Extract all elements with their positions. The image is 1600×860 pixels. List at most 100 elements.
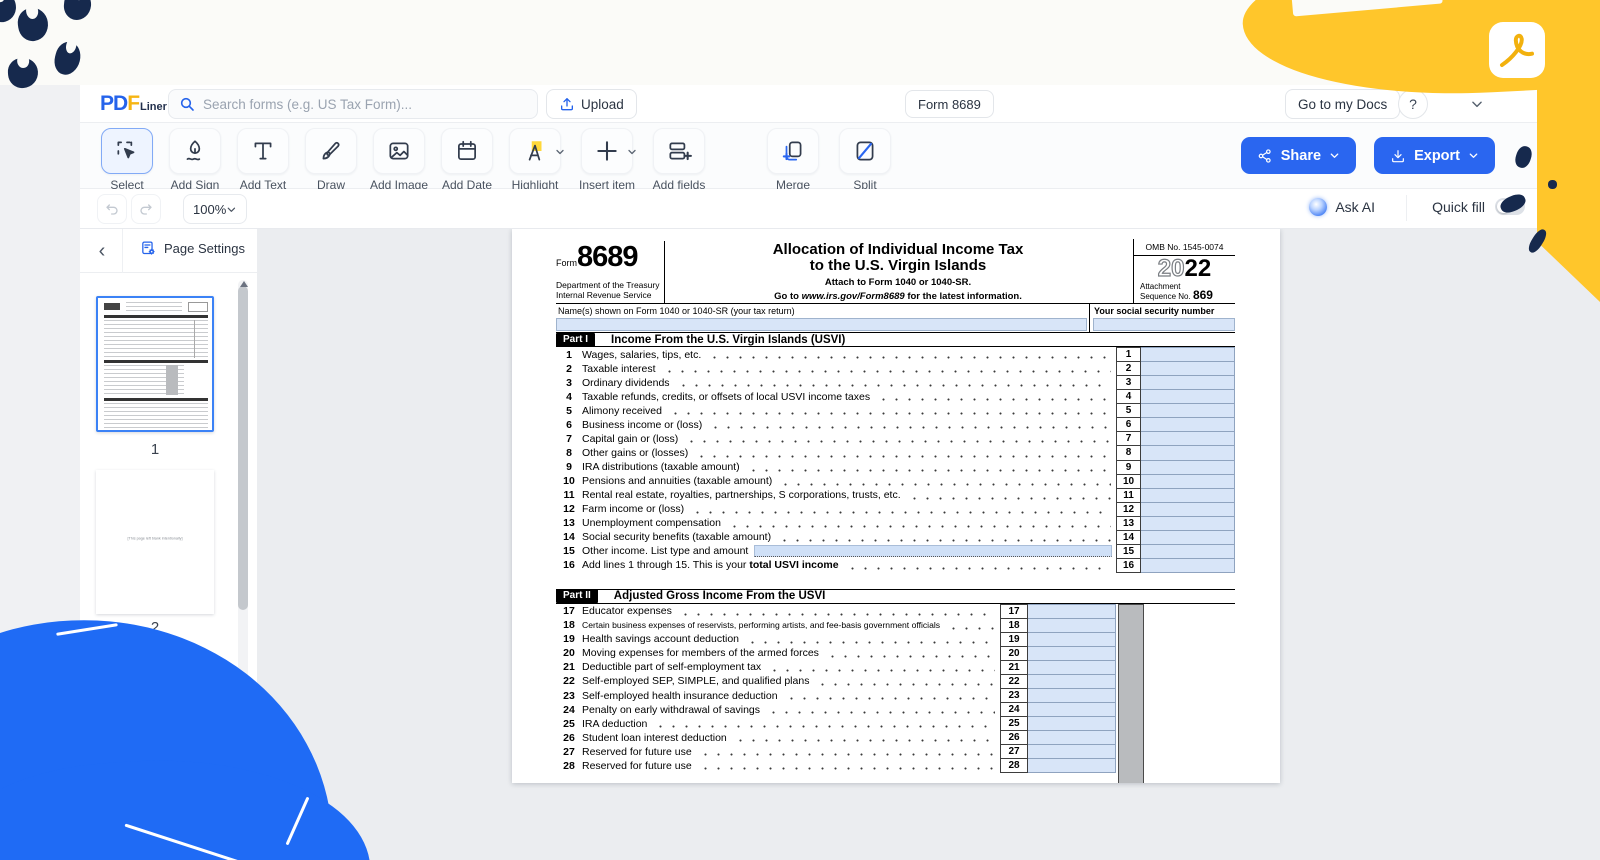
line-25-amount-field[interactable]	[1028, 716, 1116, 732]
tool-split[interactable]: Split	[836, 128, 894, 192]
name-field[interactable]	[556, 318, 1087, 331]
current-document-pill[interactable]: Form 8689	[905, 90, 994, 118]
line-17-amount-field[interactable]	[1028, 603, 1116, 619]
line-box-number: 19	[1000, 631, 1028, 647]
form-line-8: 8 Other gains or (losses) 8	[556, 445, 1235, 461]
part2-title: Adjusted Gross Income From the USVI	[613, 590, 826, 603]
line-7-amount-field[interactable]	[1141, 431, 1235, 447]
ssn-field[interactable]	[1093, 318, 1235, 331]
upload-button[interactable]: Upload	[546, 89, 637, 119]
search-icon	[180, 97, 194, 111]
part1-rows: 1 Wages, salaries, tips, etc. 1 2 Taxable in…	[556, 347, 1235, 573]
undo-button[interactable]	[97, 194, 127, 224]
form-word: Form	[556, 258, 577, 268]
line-5-amount-field[interactable]	[1141, 403, 1235, 419]
tool-add-image[interactable]: Add Image	[370, 128, 428, 192]
insert-item-chevron-icon[interactable]	[626, 146, 638, 158]
line-13-amount-field[interactable]	[1141, 515, 1235, 531]
line-number: 14	[563, 531, 575, 544]
line-20-amount-field[interactable]	[1028, 645, 1116, 661]
line-15-amount-field[interactable]	[1141, 543, 1235, 559]
line-24-amount-field[interactable]	[1028, 702, 1116, 718]
export-label: Export	[1414, 147, 1460, 164]
decor-navy-blob	[62, 0, 93, 22]
acrobat-logo	[1489, 22, 1545, 78]
page-thumbnail-2[interactable]: [This page left blank intentionally]	[96, 470, 214, 614]
tool-merge[interactable]: Merge	[764, 128, 822, 192]
line-label: Other income. List type and amount	[582, 545, 749, 558]
sidebar-header: ‹ Page Settings	[80, 229, 257, 273]
highlight-chevron-icon[interactable]	[554, 146, 566, 158]
line-6-amount-field[interactable]	[1141, 417, 1235, 433]
irs-url: www.irs.gov/Form8689	[801, 291, 905, 302]
line-22-amount-field[interactable]	[1028, 673, 1116, 689]
page-settings-button[interactable]: Page Settings	[140, 240, 245, 257]
line-28-amount-field[interactable]	[1028, 758, 1116, 774]
zoom-level-dropdown[interactable]: 100%	[183, 194, 247, 224]
line-label: Pensions and annuities (taxable amount)	[582, 475, 773, 488]
line-box-number: 26	[1000, 730, 1028, 746]
form-number: 8689	[577, 241, 639, 273]
tool-select[interactable]: Select	[98, 128, 156, 192]
line-box-number: 27	[1000, 744, 1028, 760]
line-15-text-field[interactable]	[754, 545, 1112, 558]
line-19-amount-field[interactable]	[1028, 631, 1116, 647]
line-11-amount-field[interactable]	[1141, 487, 1235, 503]
line-16-amount-field[interactable]	[1141, 557, 1235, 573]
collapse-sidebar-button[interactable]: ‹	[90, 239, 114, 263]
page-thumbnail-1[interactable]	[96, 296, 214, 432]
line-21-amount-field[interactable]	[1028, 659, 1116, 675]
line-12-amount-field[interactable]	[1141, 501, 1235, 517]
export-button[interactable]: Export	[1374, 137, 1495, 174]
line-number: 9	[566, 461, 572, 474]
dot-leaders	[779, 473, 1111, 489]
tool-draw[interactable]: Draw	[302, 128, 360, 192]
upload-label: Upload	[581, 96, 624, 112]
line-23-amount-field[interactable]	[1028, 687, 1116, 704]
line-18-amount-field[interactable]	[1028, 617, 1116, 633]
go-to-my-docs-button[interactable]: Go to my Docs	[1285, 89, 1401, 119]
tool-add-fields[interactable]: Add fields	[650, 128, 708, 192]
undo-icon	[106, 204, 118, 215]
zoom-chevron-icon	[227, 207, 236, 212]
line-number: 17	[563, 605, 575, 618]
line-8-amount-field[interactable]	[1141, 445, 1235, 461]
dot-leaders	[947, 617, 995, 633]
tool-add-date[interactable]: Add Date	[438, 128, 496, 192]
line-4-amount-field[interactable]	[1141, 389, 1235, 405]
line-label: Educator expenses	[582, 605, 672, 618]
account-chevron-down-icon[interactable]	[1470, 97, 1484, 111]
split-icon	[856, 141, 874, 161]
redo-button[interactable]	[131, 194, 161, 224]
pdfliner-logo[interactable]: PDF Liner	[100, 92, 167, 116]
acrobat-swirl-icon	[1500, 33, 1534, 67]
help-button[interactable]: ?	[1398, 89, 1428, 119]
line-box-number: 18	[1000, 617, 1028, 633]
sidebar-scrollbar-thumb[interactable]	[238, 286, 248, 610]
search-input[interactable]: Search forms (e.g. US Tax Form)...	[168, 89, 538, 119]
line-1-amount-field[interactable]	[1141, 347, 1235, 363]
decor-navy-mark	[1548, 180, 1557, 189]
tool-add-text[interactable]: Add Text	[234, 128, 292, 192]
line-27-amount-field[interactable]	[1028, 744, 1116, 760]
line-label: Student loan interest deduction	[582, 731, 727, 744]
scroll-up-arrow[interactable]	[240, 281, 248, 287]
page-settings-label: Page Settings	[164, 241, 245, 256]
tool-add-sign[interactable]: Add Sign	[166, 128, 224, 192]
line-9-amount-field[interactable]	[1141, 459, 1235, 475]
line-number: 2	[566, 362, 572, 375]
line-14-amount-field[interactable]	[1141, 529, 1235, 545]
tool-highlight[interactable]: Highlight	[506, 128, 564, 192]
dot-leaders	[662, 361, 1111, 377]
tool-insert-item[interactable]: Insert item	[578, 128, 636, 192]
share-button[interactable]: Share	[1240, 137, 1357, 174]
attach-instruction: Attach to Form 1040 or 1040-SR.	[824, 277, 972, 288]
ask-ai-button[interactable]: Ask AI	[1309, 198, 1375, 216]
line-26-amount-field[interactable]	[1028, 730, 1116, 746]
line-label: Deductible part of self-employment tax	[582, 661, 762, 674]
form-title-block: Allocation of Individual Income Tax to t…	[667, 242, 1129, 303]
form-line-17: 17 Educator expenses 17	[556, 603, 1116, 619]
line-3-amount-field[interactable]	[1141, 375, 1235, 391]
line-2-amount-field[interactable]	[1141, 361, 1235, 377]
line-10-amount-field[interactable]	[1141, 473, 1235, 489]
